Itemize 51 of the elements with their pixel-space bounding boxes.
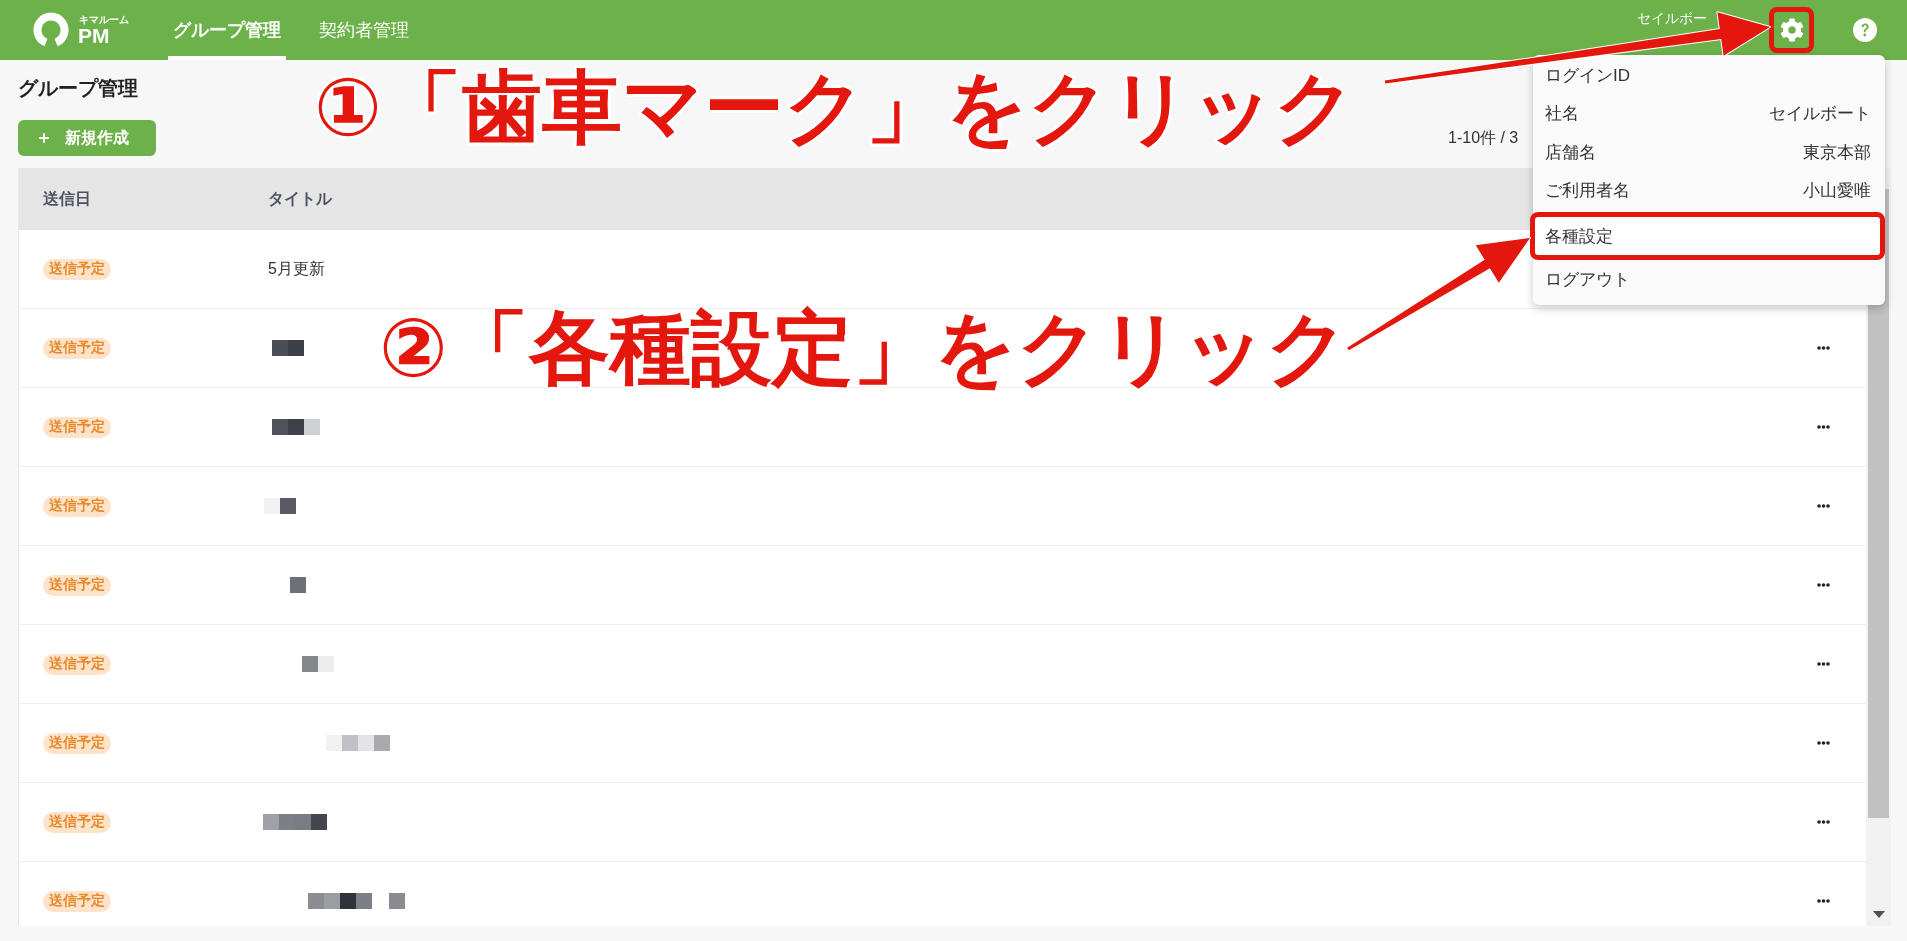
status-badge: 送信予定 bbox=[43, 416, 111, 438]
callout-text: ①「歯車マーク」をクリック bbox=[314, 64, 1356, 152]
menu-value: セイルボート bbox=[1769, 103, 1871, 126]
pixelated-text-drawing bbox=[264, 498, 296, 514]
menu-label: 店舗名 bbox=[1545, 141, 1596, 164]
status-badge: 送信予定 bbox=[43, 574, 111, 596]
status-badge: 送信予定 bbox=[43, 653, 111, 675]
more-icon[interactable] bbox=[1817, 583, 1830, 587]
new-button[interactable]: 新規作成 bbox=[18, 120, 156, 156]
more-icon[interactable] bbox=[1817, 425, 1830, 429]
more-icon[interactable] bbox=[1817, 820, 1830, 824]
nav-tab[interactable]: 契約者管理 bbox=[314, 0, 414, 60]
more-icon[interactable] bbox=[1817, 504, 1830, 508]
pixelated-text-drawing bbox=[302, 656, 334, 672]
pixelated-text-drawing bbox=[272, 419, 320, 435]
pixelated-text-drawing bbox=[290, 577, 306, 593]
column-header: 送信日 bbox=[43, 188, 91, 209]
pixelated-text-drawing bbox=[326, 735, 390, 751]
status-badge: 送信予定 bbox=[43, 495, 111, 517]
status-badge: 送信予定 bbox=[43, 337, 111, 359]
menu-label: ご利用者名 bbox=[1545, 180, 1630, 203]
logo-icon bbox=[33, 12, 69, 48]
menu-item[interactable]: 各種設定 bbox=[1530, 212, 1885, 260]
scroll-down-icon[interactable] bbox=[1872, 911, 1885, 918]
logo-text: PM bbox=[78, 24, 110, 47]
menu-value: 東京本部 bbox=[1803, 141, 1871, 164]
logo-subtitle: キマルーム bbox=[79, 13, 129, 25]
nav-tab[interactable]: グループ管理 bbox=[168, 0, 286, 60]
more-icon[interactable] bbox=[1817, 346, 1830, 350]
table-cell-text: 5月更新 bbox=[268, 258, 325, 279]
column-header: タイトル bbox=[268, 188, 332, 209]
menu-label: ログインID bbox=[1545, 64, 1630, 87]
page-title: グループ管理 bbox=[18, 76, 138, 100]
pagination-count: 1-10件 / 3 bbox=[1448, 127, 1519, 148]
settings-icon bbox=[1779, 18, 1804, 42]
more-icon[interactable] bbox=[1817, 662, 1830, 666]
menu-label: 社名 bbox=[1545, 103, 1579, 126]
more-icon[interactable] bbox=[1817, 899, 1830, 903]
status-badge: 送信予定 bbox=[43, 811, 111, 833]
menu-value: 小山愛唯 bbox=[1803, 180, 1871, 203]
help-icon[interactable] bbox=[1853, 18, 1877, 42]
status-badge: 送信予定 bbox=[43, 258, 111, 280]
menu-item[interactable]: ログアウト bbox=[1533, 260, 1885, 299]
pixelated-text-drawing bbox=[272, 340, 304, 356]
pixelated-text-drawing bbox=[263, 814, 327, 830]
status-badge: 送信予定 bbox=[43, 890, 111, 912]
user-name: セイルボー bbox=[1637, 9, 1707, 27]
more-icon[interactable] bbox=[1817, 741, 1830, 745]
plus-icon bbox=[37, 131, 51, 145]
status-badge: 送信予定 bbox=[43, 732, 111, 754]
callout-text: ②「各種設定」をクリック bbox=[379, 304, 1349, 392]
